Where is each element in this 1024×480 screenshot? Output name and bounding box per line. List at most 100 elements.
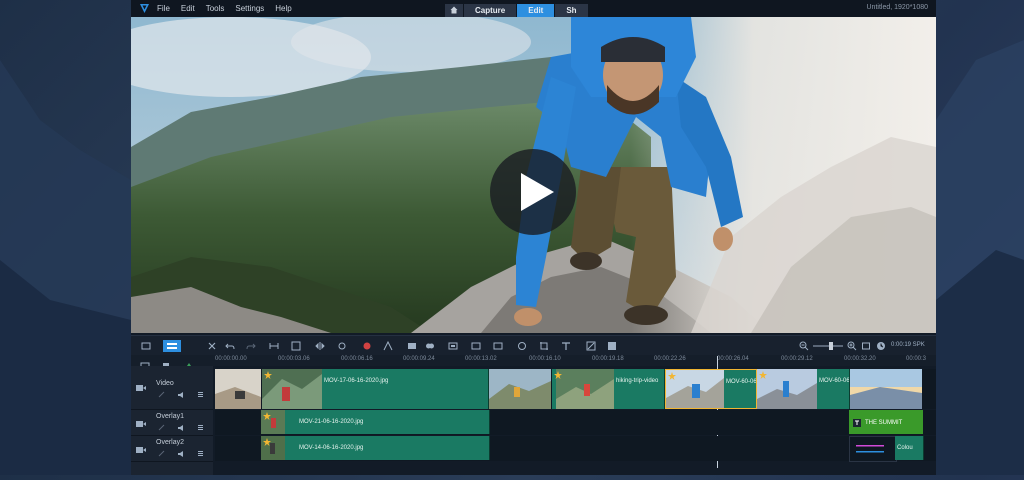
zoom-slider-thumb[interactable] xyxy=(829,342,833,350)
title-clip-label: THE SUMMIT xyxy=(865,420,903,426)
track-menu-icon[interactable] xyxy=(197,424,204,431)
menu-edit[interactable]: Edit xyxy=(181,4,195,13)
track-edit-icon[interactable] xyxy=(158,424,165,431)
tab-edit[interactable]: Edit xyxy=(517,4,555,17)
subtitle-icon[interactable] xyxy=(407,341,417,351)
ruler-label: 00:00:19.18 xyxy=(592,356,624,362)
clip-overlay[interactable]: MOV-21-06-16-2020.jpg xyxy=(261,410,490,434)
track-lane-overlay2[interactable]: MOV-14-06-16-2020.jpg Colou xyxy=(215,436,936,462)
flip-icon[interactable] xyxy=(315,341,325,351)
menu-settings[interactable]: Settings xyxy=(235,4,264,13)
fit-icon[interactable] xyxy=(861,341,871,351)
title-icon xyxy=(853,419,861,427)
clip-video[interactable]: hiking-trip-video xyxy=(552,369,665,409)
record-icon[interactable] xyxy=(362,341,372,351)
main-menu: File Edit Tools Settings Help xyxy=(157,0,303,17)
clip-thumbnail[interactable] xyxy=(489,369,551,409)
track-edit-icon[interactable] xyxy=(158,450,165,457)
ruler-label: 00:00:16.10 xyxy=(529,356,561,362)
clip-overlay[interactable]: MOV-14-06-16-2020.jpg xyxy=(261,436,490,460)
mode-tabs: Capture Edit Sh xyxy=(445,4,589,17)
clip-title[interactable]: THE SUMMIT xyxy=(849,410,923,434)
clip-label: MOV-60-06 xyxy=(726,379,757,385)
star-icon xyxy=(264,371,272,379)
track-edit-icon[interactable] xyxy=(158,391,165,398)
overlay-track-icon xyxy=(136,421,146,427)
overlay-track-icon xyxy=(136,447,146,453)
clip-label: MOV-21-06-16-2020.jpg xyxy=(299,419,364,425)
timeline-view-icon[interactable] xyxy=(163,340,181,352)
track-menu-icon[interactable] xyxy=(197,450,204,457)
track-header-video: Video xyxy=(131,366,213,410)
clip-video[interactable]: MOV-60-06 xyxy=(757,369,850,409)
undo-icon[interactable] xyxy=(225,341,235,351)
ruler-label: 00:00:06.16 xyxy=(341,356,373,362)
motion-icon[interactable] xyxy=(383,341,393,351)
chapter-icon[interactable] xyxy=(586,341,596,351)
clip-label: MOV-14-06-16-2020.jpg xyxy=(299,445,364,451)
clip-thumbnail[interactable] xyxy=(215,369,261,409)
trim-icon[interactable] xyxy=(291,341,301,351)
speed-icon[interactable] xyxy=(493,341,503,351)
ruler-label: 00:00:03.06 xyxy=(278,356,310,362)
background-left xyxy=(0,0,131,475)
menu-tools[interactable]: Tools xyxy=(206,4,225,13)
stabilize-icon[interactable] xyxy=(337,341,347,351)
clip-video-selected[interactable]: MOV-60-06 xyxy=(665,369,757,409)
video-track-icon xyxy=(136,385,146,391)
audio-icon[interactable] xyxy=(177,391,185,399)
zoom-in-icon[interactable] xyxy=(847,341,857,351)
ruler-label: 00:00:29.12 xyxy=(781,356,813,362)
storyboard-view-icon[interactable] xyxy=(141,341,151,351)
ruler-label: 00:00:13.02 xyxy=(465,356,497,362)
track-header-overlay3 xyxy=(131,462,213,475)
zoom-out-icon[interactable] xyxy=(799,341,809,351)
home-tab[interactable] xyxy=(445,4,463,17)
crop-icon[interactable] xyxy=(539,341,549,351)
zoom-slider[interactable] xyxy=(813,342,843,350)
tab-capture[interactable]: Capture xyxy=(464,4,517,17)
split-icon[interactable] xyxy=(269,341,279,351)
clip-color[interactable] xyxy=(849,436,897,462)
play-icon xyxy=(521,173,554,211)
star-icon xyxy=(759,371,767,379)
text-icon[interactable] xyxy=(561,341,571,351)
ruler-view-icons xyxy=(139,357,199,370)
play-button[interactable] xyxy=(490,149,576,235)
redo-icon[interactable] xyxy=(246,341,256,351)
menu-help[interactable]: Help xyxy=(275,4,291,13)
tools-icon[interactable] xyxy=(207,341,217,351)
ruler-label: 00:00:22.26 xyxy=(654,356,686,362)
star-icon xyxy=(263,438,271,446)
project-info: Untitled, 1920*1080 xyxy=(866,4,929,11)
multicam-icon[interactable] xyxy=(448,341,458,351)
audio-icon[interactable] xyxy=(177,450,185,458)
timeline-ruler[interactable]: 00:00:00.00 00:00:03.06 00:00:06.16 00:0… xyxy=(131,355,936,370)
clip-colour[interactable]: Colou xyxy=(895,436,924,460)
clock-icon xyxy=(876,341,886,351)
track-name-overlay1: Overlay1 xyxy=(156,413,185,420)
menu-bar: File Edit Tools Settings Help Capture Ed… xyxy=(131,0,936,17)
tab-share[interactable]: Sh xyxy=(555,4,588,17)
home-icon xyxy=(450,6,458,14)
track-lane-video[interactable]: MOV-17-06-16-2020.jpg hiking-trip-video … xyxy=(215,369,936,409)
mask-icon[interactable] xyxy=(425,341,435,351)
track-lane-overlay1[interactable]: MOV-21-06-16-2020.jpg THE SUMMIT xyxy=(215,410,936,435)
track-header-overlay2: Overlay2 xyxy=(131,436,213,462)
video-editor-window: File Edit Tools Settings Help Capture Ed… xyxy=(131,0,936,475)
clip-label: MOV-17-06-16-2020.jpg xyxy=(324,378,389,384)
clip-video[interactable]: MOV-17-06-16-2020.jpg xyxy=(262,369,489,409)
camera-icon[interactable] xyxy=(471,341,481,351)
color-icon[interactable] xyxy=(517,341,527,351)
track-menu-icon[interactable] xyxy=(197,391,204,398)
effect-icon[interactable] xyxy=(607,341,617,351)
clip-label: hiking-trip-video xyxy=(616,378,659,384)
timecode-display: 0:00:19 SPK xyxy=(891,342,925,348)
clip-thumbnail[interactable] xyxy=(850,369,922,409)
preview-window[interactable] xyxy=(131,17,936,333)
menu-file[interactable]: File xyxy=(157,4,170,13)
track-header-overlay1: Overlay1 xyxy=(131,410,213,436)
audio-icon[interactable] xyxy=(177,424,185,432)
clip-label: MOV-60-06 xyxy=(819,378,850,384)
clip-label: Colou xyxy=(897,445,913,451)
